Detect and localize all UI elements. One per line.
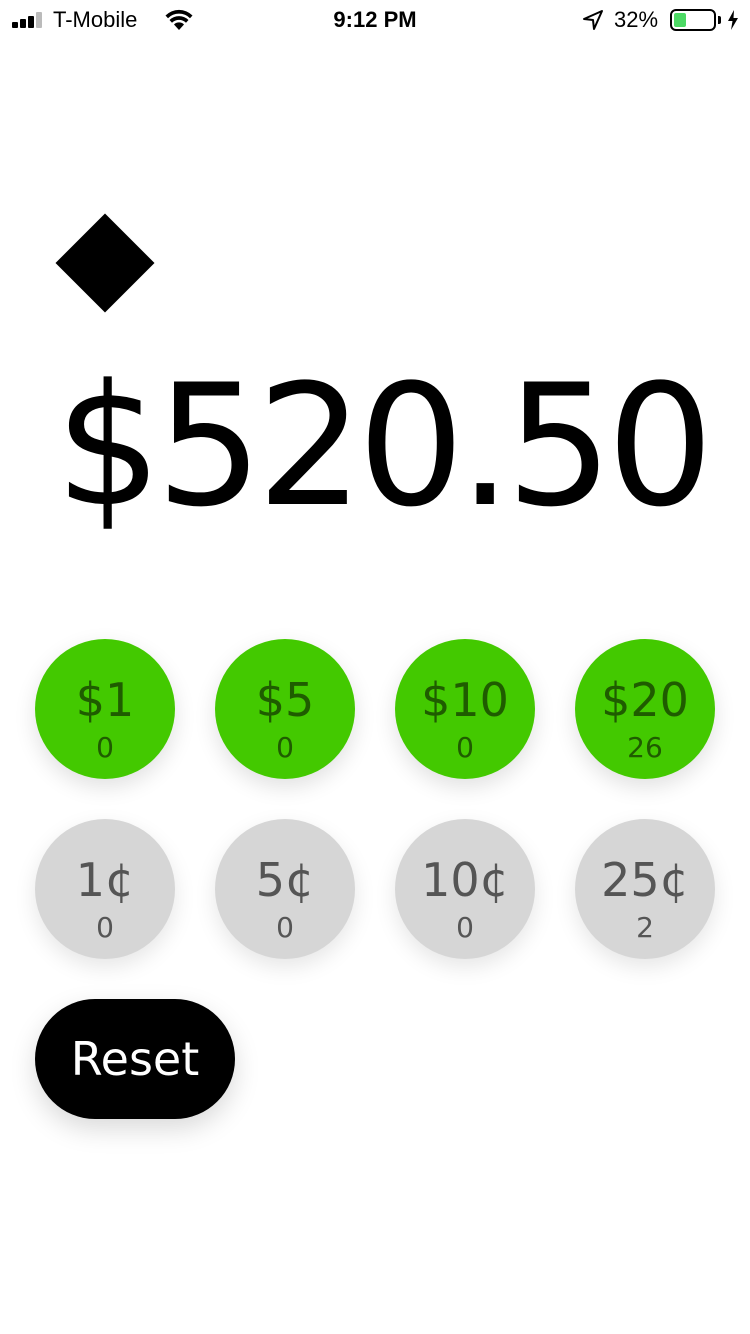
bill-10-button[interactable]: $10 0 xyxy=(395,639,535,779)
denomination-count: 0 xyxy=(96,731,114,764)
denomination-label: 10¢ xyxy=(421,853,509,907)
battery-percent: 32% xyxy=(614,7,659,32)
coin-10-cent-button[interactable]: 10¢ 0 xyxy=(395,819,535,959)
bill-5-button[interactable]: $5 0 xyxy=(215,639,355,779)
denomination-label: $1 xyxy=(75,673,135,727)
battery-icon xyxy=(670,9,716,31)
denomination-count: 0 xyxy=(456,731,474,764)
charging-bolt-icon xyxy=(728,10,738,30)
battery-tip xyxy=(718,16,721,24)
reset-button[interactable]: Reset xyxy=(35,999,235,1119)
denomination-count: 2 xyxy=(636,911,654,944)
screen: T-Mobile 9:12 PM 32% $520.50 $1 0 $5 0 $… xyxy=(0,0,750,1334)
bill-20-button[interactable]: $20 26 xyxy=(575,639,715,779)
diamond-icon xyxy=(55,213,155,313)
coin-5-cent-button[interactable]: 5¢ 0 xyxy=(215,819,355,959)
denomination-label: 25¢ xyxy=(601,853,689,907)
bill-1-button[interactable]: $1 0 xyxy=(35,639,175,779)
coin-25-cent-button[interactable]: 25¢ 2 xyxy=(575,819,715,959)
denomination-label: $5 xyxy=(255,673,315,727)
denomination-label: 1¢ xyxy=(75,853,135,907)
denomination-count: 0 xyxy=(456,911,474,944)
denomination-label: 5¢ xyxy=(255,853,315,907)
denomination-count: 26 xyxy=(627,731,663,764)
coin-1-cent-button[interactable]: 1¢ 0 xyxy=(35,819,175,959)
total-amount: $520.50 xyxy=(55,348,714,544)
denomination-count: 0 xyxy=(96,911,114,944)
status-bar: T-Mobile 9:12 PM 32% xyxy=(0,0,750,40)
denomination-label: $20 xyxy=(601,673,689,727)
battery-level-fill xyxy=(674,13,686,27)
denomination-count: 0 xyxy=(276,731,294,764)
denomination-count: 0 xyxy=(276,911,294,944)
denomination-label: $10 xyxy=(421,673,509,727)
location-arrow-icon xyxy=(583,10,603,30)
